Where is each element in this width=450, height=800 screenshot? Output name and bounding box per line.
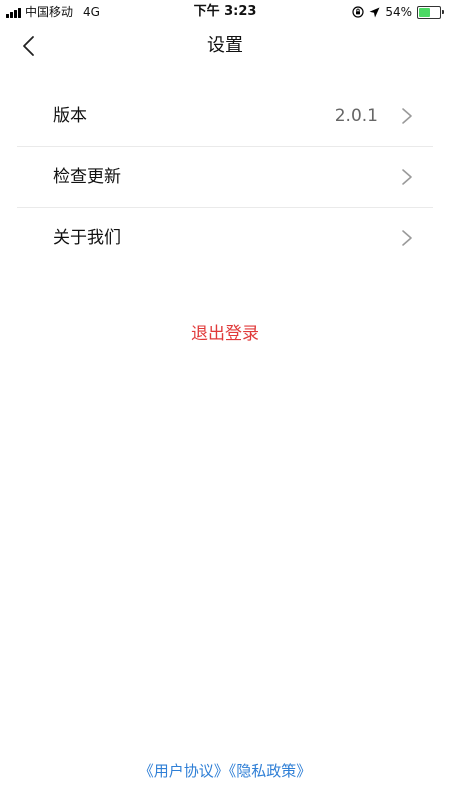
battery-charging-icon bbox=[417, 5, 444, 19]
status-right: 54% bbox=[352, 4, 444, 20]
battery-percent: 54% bbox=[385, 5, 412, 19]
user-agreement-link[interactable]: 《用户协议》 bbox=[139, 762, 229, 780]
battery-fill bbox=[419, 7, 430, 17]
row-label: 关于我们 bbox=[53, 228, 121, 248]
row-label: 版本 bbox=[53, 106, 87, 126]
page-title: 设置 bbox=[207, 35, 243, 56]
row-label: 检查更新 bbox=[53, 167, 121, 187]
footer-links: 《用户协议》《隐私政策》 bbox=[0, 760, 450, 782]
status-bar: 中国移动 4G 下午 3:23 54% bbox=[0, 0, 450, 24]
logout-button[interactable]: 退出登录 bbox=[181, 318, 269, 350]
settings-row-check-update[interactable]: 检查更新 bbox=[0, 147, 450, 207]
privacy-policy-link[interactable]: 《隐私政策》 bbox=[229, 762, 312, 780]
settings-row-version[interactable]: 版本 2.0.1 bbox=[0, 86, 450, 146]
chevron-right-icon bbox=[402, 230, 412, 246]
orientation-lock-icon bbox=[352, 6, 364, 18]
settings-row-about-us[interactable]: 关于我们 bbox=[0, 208, 450, 268]
location-icon bbox=[369, 7, 380, 17]
settings-list: 版本 2.0.1 检查更新 关于我们 bbox=[0, 86, 450, 268]
chevron-right-icon bbox=[402, 108, 412, 124]
version-value: 2.0.1 bbox=[334, 106, 378, 126]
nav-bar: 设置 bbox=[0, 24, 450, 68]
chevron-right-icon bbox=[402, 169, 412, 185]
logout-section: 退出登录 bbox=[0, 318, 450, 350]
